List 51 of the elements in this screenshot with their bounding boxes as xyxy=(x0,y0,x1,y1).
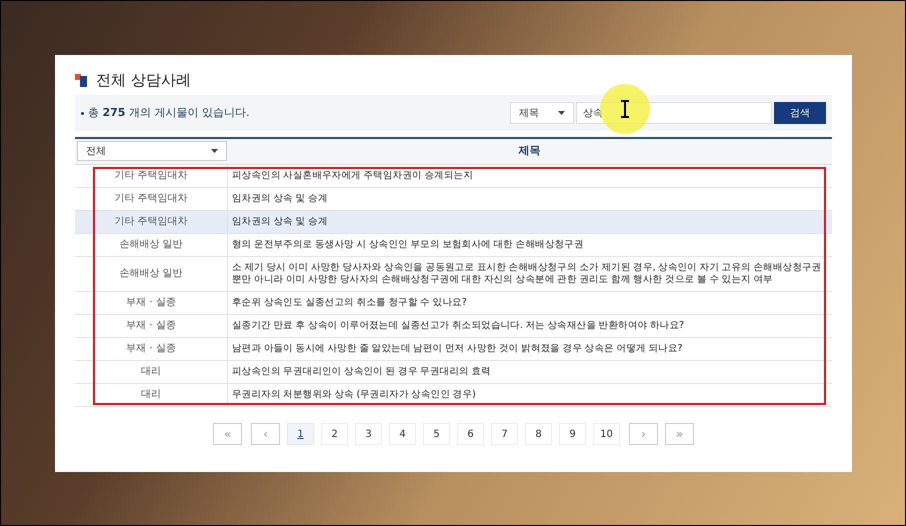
category-cell: 손해배상 일반 xyxy=(119,239,183,251)
table-row[interactable]: 기타 주택임대차 피상속인의 사실혼배우자에게 주택임차권이 승계되는지 xyxy=(75,165,832,188)
caret-icon xyxy=(211,149,218,153)
category-cell: 부재 · 실종 xyxy=(126,343,176,355)
caret-icon xyxy=(558,111,565,115)
category-cell: 기타 주택임대차 xyxy=(114,216,188,228)
category-cell: 대리 xyxy=(141,366,161,378)
page-button[interactable]: 3 xyxy=(355,423,382,445)
page-button[interactable]: 4 xyxy=(389,423,416,445)
category-cell: 부재 · 실종 xyxy=(126,320,176,332)
table-row[interactable]: 대리 피상속인의 무권대리인이 상속인이 된 경우 무권대리의 효력 xyxy=(75,361,832,384)
search-button[interactable]: 검색 xyxy=(774,102,826,124)
page-button[interactable]: 8 xyxy=(525,423,552,445)
table-row[interactable]: 기타 주택임대차 임차권의 상속 및 승계 xyxy=(75,211,832,234)
table-row[interactable]: 부재 · 실종 남편과 아들이 동시에 사망한 줄 알았는데 남편이 먼저 사망한 것이 밝혀졌을 경우 상속은 어떻게 되나요? xyxy=(75,338,832,361)
table-row[interactable]: 대리 무권리자의 처분행위와 상속 (무권리자가 상속인인 경우) xyxy=(75,384,832,407)
category-cell: 부재 · 실종 xyxy=(126,297,176,309)
page-button[interactable]: 10 xyxy=(593,423,620,445)
post-title-link[interactable]: 형의 운전부주의로 동생사망 시 상속인인 부모의 보험회사에 대한 손해배상청구권 xyxy=(232,239,584,251)
page-button[interactable]: 7 xyxy=(491,423,518,445)
category-cell: 손해배상 일반 xyxy=(119,268,183,280)
table-row[interactable]: 부재 · 실종 후순위 상속인도 실종선고의 취소를 청구할 수 있나요? xyxy=(75,292,832,315)
category-filter-select[interactable]: 전체 xyxy=(77,141,227,161)
post-title-link[interactable]: 남편과 아들이 동시에 사망한 줄 알았는데 남편이 먼저 사망한 것이 밝혀졌을 경우 상속은 어떻게 되나요? xyxy=(232,343,682,355)
page-button[interactable]: 2 xyxy=(321,423,348,445)
post-title-link[interactable]: 소 제기 당시 이미 사망한 당사자와 상속인을 공동원고로 표시한 손해배상청구의 소가 제기된 경우, 상속인이 자기 고유의 손해배상청구권뿐만 아니라 이미 사망한 당사자의 손해배상청구권에 대한 자신의 상속분에 관한 권리도 함께 행사한 것으로 볼 수 있는지 여부 xyxy=(232,262,830,286)
page-button[interactable]: 5 xyxy=(423,423,450,445)
post-title-link[interactable]: 피상속인의 사실혼배우자에게 주택임차권이 승계되는지 xyxy=(232,170,473,182)
page-button[interactable]: 6 xyxy=(457,423,484,445)
post-title-link[interactable]: 임차권의 상속 및 승계 xyxy=(232,193,328,205)
post-count-text: 총 275 개의 게시물이 있습니다. xyxy=(88,104,250,121)
text-cursor-icon xyxy=(620,100,630,118)
page-title: 전체 상담사례 xyxy=(96,70,191,91)
category-cell: 기타 주택임대차 xyxy=(114,193,188,205)
bullet-icon xyxy=(81,112,84,114)
post-title-link[interactable]: 무권리자의 처분행위와 상속 (무권리자가 상속인인 경우) xyxy=(232,389,476,401)
table-row[interactable]: 부재 · 실종 실종기간 만료 후 상속이 이루어졌는데 실종선고가 취소되었습니다. 저는 상속재산을 반환하여야 하나요? xyxy=(75,315,832,338)
column-header: 제목 xyxy=(518,143,540,160)
title-bullet-icon xyxy=(75,74,88,86)
page-button[interactable]: 1 xyxy=(287,423,314,445)
search-field-select[interactable]: 제목 xyxy=(510,102,574,124)
table-row[interactable]: 손해배상 일반 소 제기 당시 이미 사망한 당사자와 상속인을 공동원고로 표시한 손해배상청구의 소가 제기된 경우, 상속인이 자기 고유의 손해배상청구권뿐만 아니라 이미 사망한 당사자의 손해배상청구권에 대한 자신의 상속분에 관한 권리도 함께 행사한 것으로 볼 수 있는지 여부 xyxy=(75,257,832,292)
table-row[interactable]: 기타 주택임대차 임차권의 상속 및 승계 xyxy=(75,188,832,211)
post-title-link[interactable]: 후순위 상속인도 실종선고의 취소를 청구할 수 있나요? xyxy=(232,297,466,309)
table-row[interactable]: 손해배상 일반 형의 운전부주의로 동생사망 시 상속인인 부모의 보험회사에 대한 손해배상청구권 xyxy=(75,234,832,257)
post-title-link[interactable]: 피상속인의 무권대리인이 상속인이 된 경우 무권대리의 효력 xyxy=(232,366,491,378)
category-cell: 기타 주택임대차 xyxy=(114,170,188,182)
category-cell: 대리 xyxy=(141,389,161,401)
post-title-link[interactable]: 실종기간 만료 후 상속이 이루어졌는데 실종선고가 취소되었습니다. 저는 상속재산을 반환하여야 하나요? xyxy=(232,320,684,332)
page-button[interactable]: 9 xyxy=(559,423,586,445)
post-title-link[interactable]: 임차권의 상속 및 승계 xyxy=(232,216,328,228)
